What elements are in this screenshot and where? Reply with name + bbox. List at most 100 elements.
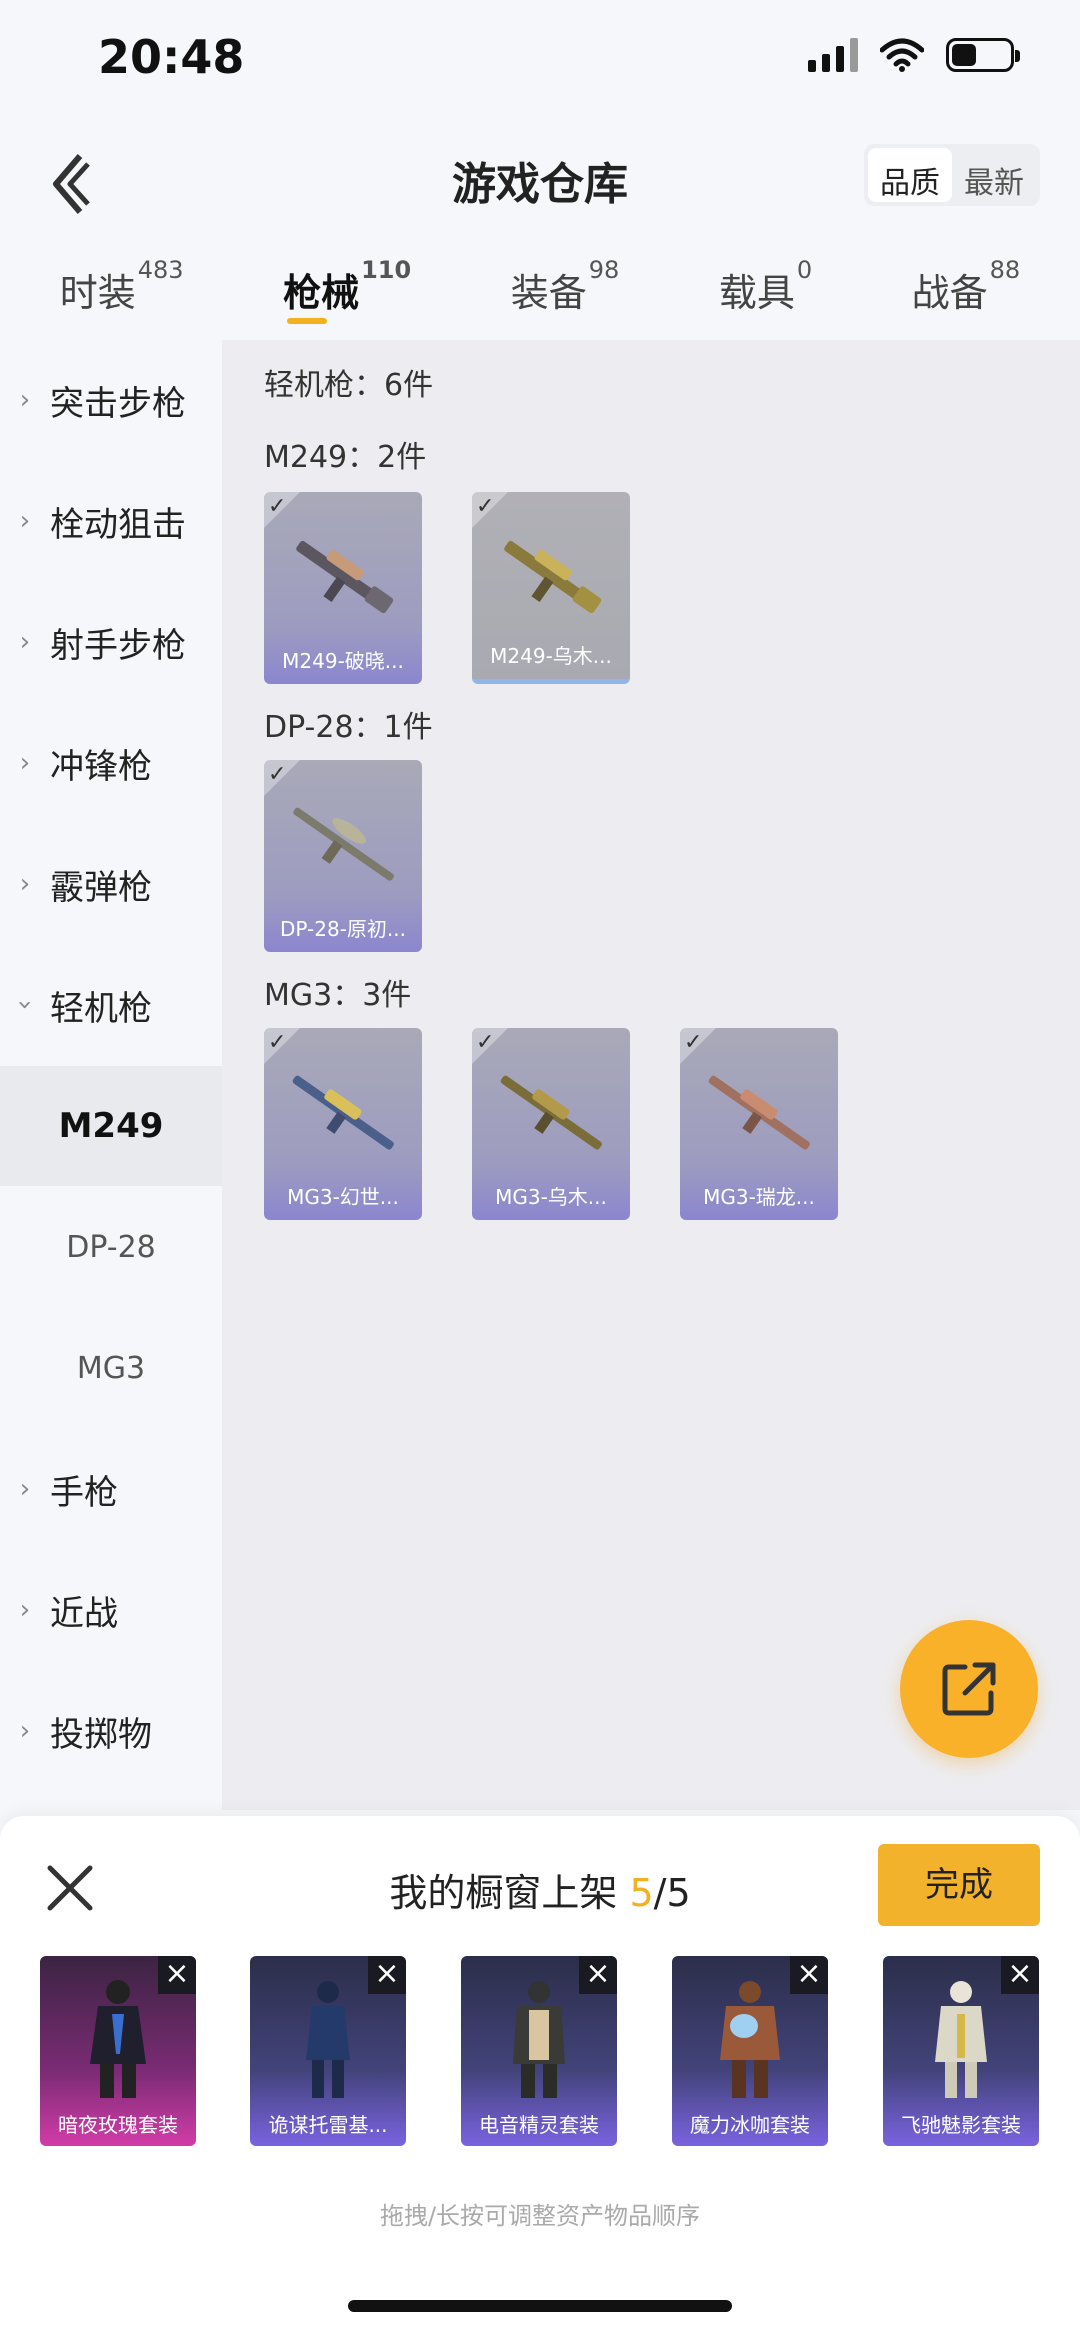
outfit-thumbnail [513,1981,565,2098]
check-icon: ✓ [268,762,287,787]
chevron-right-icon: › [19,627,31,657]
weapon-thumbnail [292,1075,394,1150]
sidebar-item-label: 突击步枪 [50,383,186,424]
weapon-card[interactable]: ✓ M249-乌木... [472,492,630,684]
weapon-card-label: MG3-瑞龙... [703,1185,815,1209]
sort-newest-button[interactable]: 最新 [952,148,1036,202]
weapon-card[interactable]: ✓ M249-破晓... [264,492,422,684]
sidebar-item-pistol[interactable]: › 手枪 [0,1429,222,1549]
tab-count: 88 [989,256,1021,284]
showcase-title-text: 我的橱窗上架 [389,1871,618,1915]
weapon-card[interactable]: ✓ MG3-幻世... [264,1028,422,1220]
status-time: 20:48 [98,30,245,84]
battery-icon [946,38,1020,72]
remove-icon[interactable]: × [790,1956,828,1994]
chevron-right-icon: › [19,506,31,536]
sidebar-item-label: 射手步枪 [50,625,186,666]
sort-quality-button[interactable]: 品质 [868,148,952,202]
weapon-thumbnail [500,1075,602,1150]
sidebar-item-shotgun[interactable]: › 霰弹枪 [0,824,222,944]
remove-icon[interactable]: × [579,1956,617,1994]
chevron-right-icon: › [19,1595,31,1625]
check-icon: ✓ [268,494,287,519]
wifi-icon [880,38,924,72]
sidebar-item-label: 栓动狙击 [50,504,186,545]
category-tabs: 时装483 枪械110 装备98 载具0 战备88 [0,250,1080,340]
tab-vehicles[interactable]: 载具0 [719,250,812,340]
share-button[interactable] [900,1620,1038,1758]
showcase-item[interactable]: × 飞驰魅影套装 [883,1956,1039,2146]
check-icon: ✓ [476,1030,495,1055]
showcase-count-total: /5 [653,1871,691,1915]
sidebar-item-assault-rifle[interactable]: › 突击步枪 [0,340,222,460]
tab-equipment[interactable]: 装备98 [511,250,620,340]
tab-guns[interactable]: 枪械110 [283,250,411,340]
tab-label: 战备 [911,271,988,315]
remove-icon[interactable]: × [1001,1956,1039,1994]
sidebar-subitem-mg3[interactable]: MG3 [0,1308,222,1428]
weapon-card[interactable]: ✓ MG3-乌木... [472,1028,630,1220]
reorder-hint: 拖拽/长按可调整资产物品顺序 [379,2202,701,2230]
status-bar: 20:48 [0,0,1080,120]
sidebar-item-lmg[interactable]: › 轻机枪 [0,945,222,1065]
outfit-thumbnail [306,1981,350,2098]
showcase-item-label: 魔力冰咖套装 [690,2113,810,2137]
sidebar-item-bolt-sniper[interactable]: › 栓动狙击 [0,461,222,581]
tab-count: 98 [588,256,620,284]
showcase-item[interactable]: × 暗夜玫瑰套装 [40,1956,196,2146]
category-sidebar: › 突击步枪 › 栓动狙击 › 射手步枪 › 冲锋枪 › 霰弹枪 › 轻机枪 M249 DP… [0,340,222,1810]
sidebar-item-label: 冲锋枪 [50,746,152,787]
check-icon: ✓ [268,1030,287,1055]
group-title-m249: M249：2件 [264,440,427,475]
showcase-item[interactable]: × 魔力冰咖套装 [672,1956,828,2146]
group-title-dp28: DP-28：1件 [264,710,433,745]
page-header: 游戏仓库 品质 最新 [0,130,1080,240]
weapon-card[interactable]: ✓ DP-28-原初... [264,760,422,952]
chevron-right-icon: › [19,869,31,899]
showcase-item[interactable]: × 诡谋托雷基... [250,1956,406,2146]
showcase-count-current: 5 [629,1871,654,1915]
tab-supplies[interactable]: 战备88 [912,250,1021,340]
sidebar-item-marksman-rifle[interactable]: › 射手步枪 [0,582,222,702]
outfit-thumbnail [935,1981,987,2098]
chevron-right-icon: › [19,1716,31,1746]
sidebar-subitem-m249[interactable]: M249 [0,1066,222,1186]
chevron-right-icon: › [19,385,31,415]
showcase-sheet: 我的橱窗上架 5/5 完成 × 暗夜玫瑰套装 × 诡谋托雷基... × 电音精灵… [0,1816,1080,2336]
weapon-card[interactable]: ✓ MG3-瑞龙... [680,1028,838,1220]
sidebar-item-smg[interactable]: › 冲锋枪 [0,703,222,823]
weapon-thumbnail [293,807,394,881]
showcase-item-label: 诡谋托雷基... [268,2113,388,2137]
sidebar-item-label: 投掷物 [50,1714,152,1755]
check-icon: ✓ [476,494,495,519]
group-title-mg3: MG3：3件 [264,978,412,1013]
showcase-item-label: 电音精灵套装 [479,2113,599,2137]
weapon-card-label: MG3-幻世... [287,1185,399,1209]
weapon-card-label: M249-乌木... [490,644,612,668]
sidebar-item-throwables[interactable]: › 投掷物 [0,1671,222,1791]
tab-count: 0 [796,256,813,284]
weapon-card-label: MG3-乌木... [495,1185,607,1209]
home-indicator[interactable] [348,2300,732,2312]
outfit-thumbnail [720,1981,780,2098]
tab-label: 装备 [510,271,587,315]
chevron-right-icon: › [19,748,31,778]
check-icon: ✓ [684,1030,703,1055]
signal-icon [808,38,858,72]
inventory-content: 轻机枪：6件 M249：2件 ✓ M249-破晓... ✓ M249-乌木...… [222,340,1080,1810]
outfit-thumbnail [90,1980,146,2098]
sidebar-subitem-dp28[interactable]: DP-28 [0,1187,222,1307]
remove-icon[interactable]: × [368,1956,406,1994]
sidebar-item-label: 手枪 [50,1472,118,1513]
tab-label: 时装 [59,271,136,315]
showcase-item[interactable]: × 电音精灵套装 [461,1956,617,2146]
section-title: 轻机枪：6件 [264,368,434,403]
sidebar-item-melee[interactable]: › 近战 [0,1550,222,1670]
remove-icon[interactable]: × [158,1956,196,1994]
done-button[interactable]: 完成 [878,1844,1040,1926]
tab-count: 110 [361,256,412,284]
share-icon [942,1662,996,1716]
tab-fashion[interactable]: 时装483 [60,250,184,340]
sidebar-item-label: 近战 [50,1593,118,1634]
showcase-item-label: 暗夜玫瑰套装 [58,2113,178,2137]
